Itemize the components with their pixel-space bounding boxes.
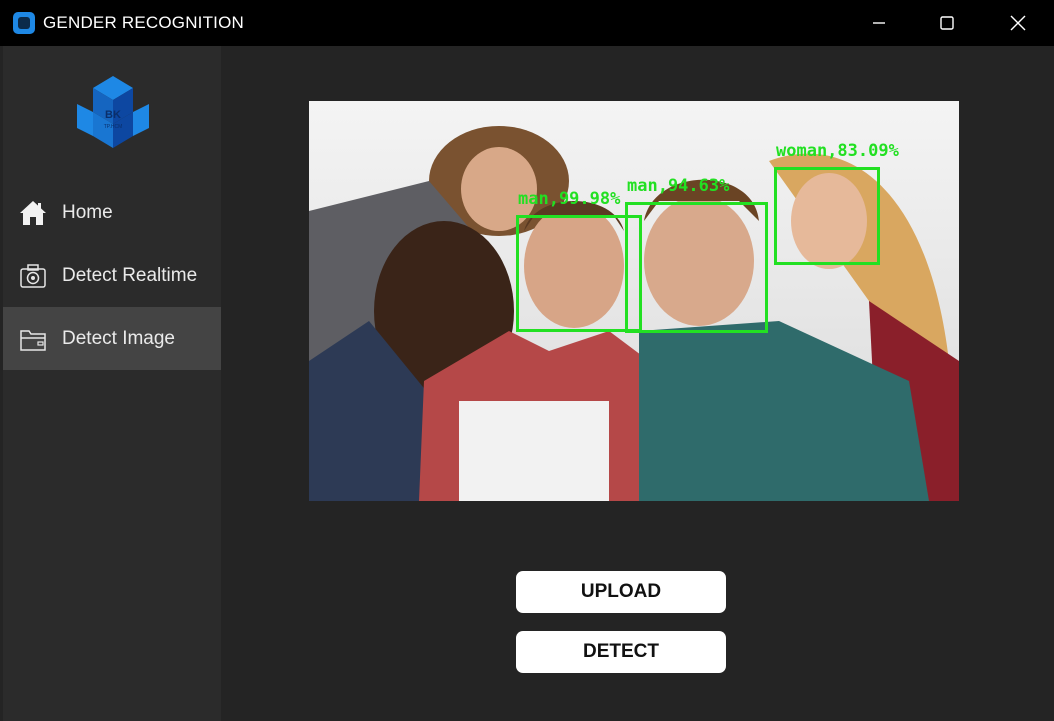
close-button[interactable]: [983, 0, 1053, 46]
detect-button[interactable]: DETECT: [516, 631, 726, 673]
app-window: GENDER RECOGNITION BK TP.HCM Home Detect…: [0, 0, 1054, 721]
detection-label: man,99.98%: [518, 189, 621, 209]
detection-box-man-2: [625, 202, 768, 333]
sidebar-item-label: Home: [62, 201, 113, 223]
sidebar-item-detect-image[interactable]: Detect Image: [3, 307, 221, 370]
maximize-button[interactable]: [912, 0, 982, 46]
detection-label: man,94.63%: [627, 176, 730, 196]
window-title: GENDER RECOGNITION: [43, 13, 245, 32]
university-logo: BK TP.HCM: [73, 74, 153, 154]
svg-text:TP.HCM: TP.HCM: [104, 124, 123, 130]
minimize-icon: [873, 22, 885, 24]
camera-icon: [18, 261, 48, 291]
sidebar: BK TP.HCM Home Detect Realtime Detect Im…: [3, 46, 221, 721]
sidebar-item-home[interactable]: Home: [3, 181, 221, 244]
home-icon: [18, 198, 48, 228]
maximize-icon: [940, 16, 954, 30]
sidebar-item-label: Detect Realtime: [62, 264, 198, 286]
detection-image: man,99.98% man,94.63% woman,83.09%: [309, 101, 959, 501]
app-icon: [13, 12, 35, 34]
sidebar-item-label: Detect Image: [62, 327, 175, 349]
close-icon: [1010, 15, 1026, 31]
svg-text:BK: BK: [105, 109, 121, 121]
upload-button[interactable]: UPLOAD: [516, 571, 726, 613]
title-bar[interactable]: GENDER RECOGNITION: [0, 0, 1054, 46]
folder-image-icon: [18, 324, 48, 354]
detection-label: woman,83.09%: [776, 141, 899, 161]
detection-box-man-1: [516, 215, 642, 332]
sidebar-item-detect-realtime[interactable]: Detect Realtime: [3, 244, 221, 307]
detection-box-woman: [774, 167, 880, 265]
minimize-button[interactable]: [844, 0, 914, 46]
